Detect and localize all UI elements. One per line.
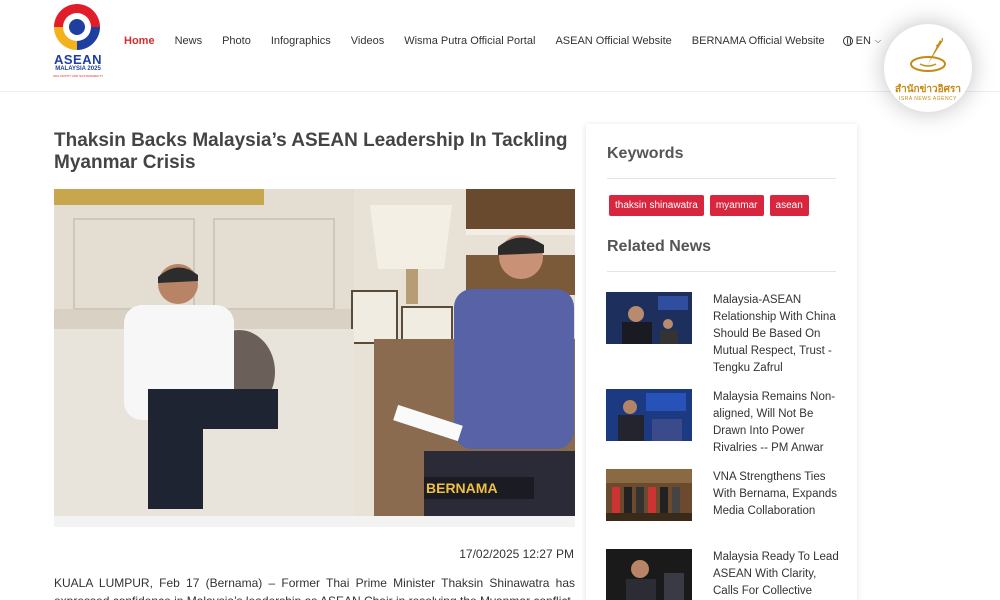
asean-logo-icon xyxy=(54,4,100,50)
nav-videos[interactable]: Videos xyxy=(351,35,384,47)
quill-pen-icon xyxy=(910,37,946,72)
nav-news[interactable]: News xyxy=(175,35,203,47)
related-news-thumbnail xyxy=(606,549,692,600)
sidebar: Keywords thaksin shinawatra myanmar asea… xyxy=(586,124,857,600)
article-photo-illustration: BERNAMA xyxy=(54,189,575,516)
badge-subtitle: ISRA NEWS AGENCY xyxy=(898,96,957,102)
logo-text: ASEAN xyxy=(53,52,102,67)
globe-icon xyxy=(842,36,853,46)
related-news-item[interactable]: Malaysia Ready To Lead ASEAN With Clarit… xyxy=(606,549,846,600)
related-news-thumbnail xyxy=(606,292,692,344)
isra-news-badge[interactable]: สำนักข่าวอิศรา ISRA NEWS AGENCY xyxy=(884,24,972,112)
nav-bernama-website[interactable]: BERNAMA Official Website xyxy=(692,35,825,47)
related-news-item[interactable]: Malaysia-ASEAN Relationship With China S… xyxy=(606,292,846,374)
related-news-title[interactable]: VNA Strengthens Ties With Bernama, Expan… xyxy=(713,469,845,520)
asean-malaysia-logo[interactable]: ASEAN MALAYSIA 2025 INCLUSIVITY AND SUST… xyxy=(52,2,104,82)
logo-subtext: MALAYSIA 2025 xyxy=(55,66,101,72)
tag-asean[interactable]: asean xyxy=(769,195,809,216)
article-photo: BERNAMA xyxy=(54,189,575,516)
photo-caption-strip xyxy=(54,516,575,527)
related-news-item[interactable]: VNA Strengthens Ties With Bernama, Expan… xyxy=(606,469,846,539)
keywords-heading: Keywords xyxy=(607,145,684,162)
badge-title: สำนักข่าวอิศรา xyxy=(894,84,961,95)
nav-infographics[interactable]: Infographics xyxy=(271,35,331,47)
related-news-divider xyxy=(607,271,836,272)
tag-myanmar[interactable]: myanmar xyxy=(709,195,764,216)
keywords-divider xyxy=(607,178,836,179)
related-news-thumbnail xyxy=(606,389,692,441)
bernama-watermark: BERNAMA xyxy=(426,480,498,496)
related-news-title[interactable]: Malaysia Ready To Lead ASEAN With Clarit… xyxy=(713,549,845,600)
nav-home[interactable]: Home xyxy=(124,35,155,47)
nav-photo[interactable]: Photo xyxy=(222,35,251,47)
logo-tagline: INCLUSIVITY AND SUSTAINABILITY xyxy=(52,74,104,78)
nav-wisma-putra[interactable]: Wisma Putra Official Portal xyxy=(404,35,535,47)
related-news-item[interactable]: Malaysia Remains Non-aligned, Will Not B… xyxy=(606,389,846,459)
main-nav: Home News Photo Infographics Videos Wism… xyxy=(124,33,881,49)
tag-thaksin-shinawatra[interactable]: thaksin shinawatra xyxy=(609,195,704,216)
chevron-down-icon: ⌵ xyxy=(874,36,882,45)
language-selector[interactable]: EN ⌵ xyxy=(842,35,882,47)
article-title: Thaksin Backs Malaysia’s ASEAN Leadershi… xyxy=(54,130,568,173)
related-news-heading: Related News xyxy=(607,238,712,255)
nav-asean-website[interactable]: ASEAN Official Website xyxy=(555,35,671,47)
keyword-tags: thaksin shinawatra myanmar asean xyxy=(609,195,815,216)
article-date: 17/02/2025 12:27 PM xyxy=(459,547,574,561)
related-news-title[interactable]: Malaysia Remains Non-aligned, Will Not B… xyxy=(713,389,845,457)
related-news-thumbnail xyxy=(606,469,692,521)
language-label: EN xyxy=(855,35,871,47)
site-header: ASEAN MALAYSIA 2025 INCLUSIVITY AND SUST… xyxy=(0,0,1000,92)
related-news-title[interactable]: Malaysia-ASEAN Relationship With China S… xyxy=(713,292,845,377)
article-body: KUALA LUMPUR, Feb 17 (Bernama) – Former … xyxy=(54,576,575,600)
